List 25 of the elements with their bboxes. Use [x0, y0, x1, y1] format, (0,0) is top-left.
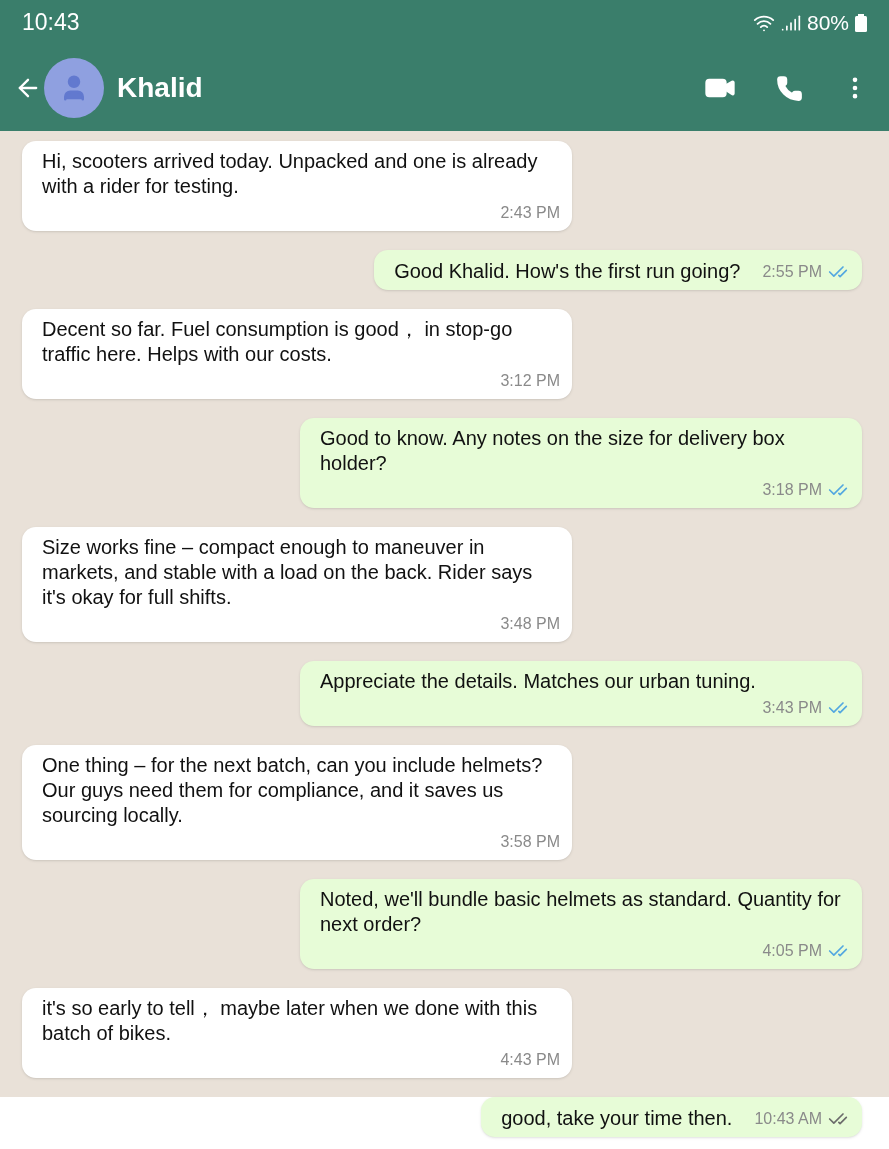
contact-name[interactable]: Khalid	[117, 67, 203, 109]
battery-level: 80%	[806, 9, 849, 36]
message-time: 2:43 PM	[500, 203, 560, 223]
message-time: 3:58 PM	[500, 832, 560, 852]
message-text: Good Khalid. How's the first run going?	[394, 259, 741, 284]
message-text: Appreciate the details. Matches our urban tuning.	[320, 669, 757, 694]
message-time: 3:12 PM	[500, 371, 560, 391]
message-text: Decent so far. Fuel consumption is good， in stop-go traffic here. Helps with our costs.	[42, 317, 514, 367]
message-time: 10:43 AM	[754, 1109, 822, 1129]
battery-icon	[855, 13, 867, 32]
message-text: Noted, we'll bundle basic helmets as standard. Quantity for next order?	[320, 887, 842, 937]
message-time: 2:55 PM	[762, 262, 822, 282]
phone-icon[interactable]	[776, 74, 803, 102]
message-text: good, take your time then.	[501, 1106, 733, 1131]
message-text: Good to know. Any notes on the size for delivery box holder?	[320, 426, 786, 476]
message-time: 3:48 PM	[500, 614, 560, 634]
message-time: 4:43 PM	[500, 1050, 560, 1070]
message-text: One thing – for the next batch, can you include helmets? Our guys need them for compliance, and it saves us sourcing locally.	[42, 753, 544, 828]
message-text: Size works fine – compact enough to maneuver in markets, and stable with a load on the back. Rider says it's okay for full shifts.	[42, 535, 534, 610]
message-text: it's so early to tell， maybe later when we done with this batch of bikes.	[42, 996, 539, 1046]
message-time: 3:18 PM	[762, 480, 822, 500]
message-text: Hi, scooters arrived today. Unpacked and one is already with a rider for testing.	[42, 149, 539, 199]
message-time: 3:43 PM	[762, 698, 822, 718]
status-time: 10:43	[22, 8, 80, 38]
message-time: 4:05 PM	[762, 941, 822, 961]
